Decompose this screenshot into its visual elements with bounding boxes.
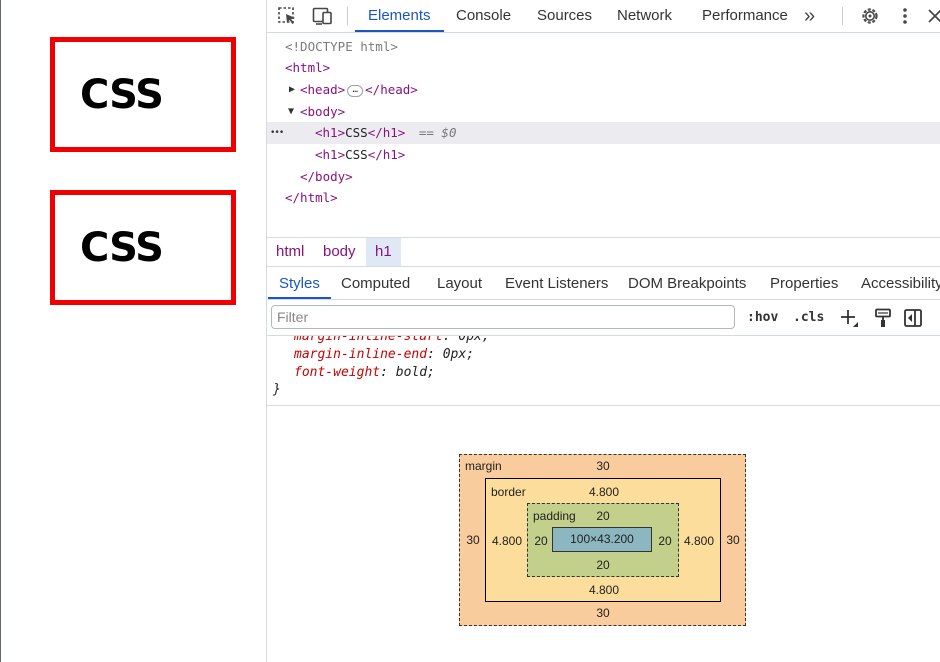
- box-model-padding[interactable]: padding 20 20 20 20 100×43.200: [527, 503, 679, 577]
- box-model-margin[interactable]: margin 30 30 30 30 border 4.800 4.800 4.…: [459, 454, 746, 626]
- margin-left-value[interactable]: 30: [462, 533, 484, 547]
- dom-tree: <!DOCTYPE html> <html> ▶ <head>… </head> …: [267, 36, 940, 236]
- css-value: 0px;: [458, 336, 490, 344]
- border-top-value[interactable]: 4.800: [584, 485, 624, 499]
- padding-left-value[interactable]: 20: [531, 534, 551, 548]
- class-toggle[interactable]: .cls: [793, 308, 824, 328]
- html-close-tag: </html>: [285, 190, 338, 205]
- more-tabs-button[interactable]: »: [804, 0, 815, 32]
- padding-right-value[interactable]: 20: [655, 534, 675, 548]
- css-declaration[interactable]: margin-inline-end: 0px;: [294, 346, 474, 364]
- head-close-tag: </head>: [365, 82, 418, 97]
- tab-computed[interactable]: Computed: [341, 267, 410, 299]
- tab-network[interactable]: Network: [617, 0, 672, 32]
- tab-event-listeners[interactable]: Event Listeners: [505, 267, 608, 299]
- head-open-tag: <head>: [300, 82, 346, 97]
- dom-node-html[interactable]: <html>: [267, 57, 940, 79]
- settings-gear-icon[interactable]: [859, 6, 881, 26]
- preview-heading-2: CSS: [50, 190, 236, 305]
- new-style-rule-icon[interactable]: [839, 308, 859, 328]
- page-preview: CSS CSS: [0, 0, 267, 662]
- toggle-sidebar-icon[interactable]: [903, 308, 923, 328]
- tab-styles[interactable]: Styles: [268, 267, 331, 299]
- tab-sources[interactable]: Sources: [537, 0, 592, 32]
- css-value: 0px;: [442, 347, 475, 362]
- dom-node-h1-selected[interactable]: ••• <h1>CSS</h1> == $0: [267, 122, 940, 144]
- preview-heading-1: CSS: [50, 37, 236, 152]
- margin-bottom-value[interactable]: 30: [588, 606, 618, 620]
- h1-close-tag: </h1>: [367, 125, 406, 140]
- tab-layout[interactable]: Layout: [437, 267, 482, 299]
- tab-console[interactable]: Console: [456, 0, 511, 32]
- h1-text: CSS: [345, 125, 368, 140]
- toolbar-separator: [347, 7, 348, 25]
- breadcrumb-body[interactable]: body: [314, 238, 365, 266]
- margin-right-value[interactable]: 30: [722, 533, 744, 547]
- css-declaration[interactable]: margin-inline-start: 0px;: [294, 336, 490, 346]
- close-icon[interactable]: [924, 6, 940, 26]
- box-model-content[interactable]: 100×43.200: [552, 527, 652, 552]
- padding-top-value[interactable]: 20: [591, 509, 615, 523]
- inspect-element-icon[interactable]: [277, 6, 299, 26]
- padding-label: padding: [533, 509, 576, 523]
- gutter-menu-icon[interactable]: •••: [270, 122, 284, 144]
- css-property: font-weight: [294, 365, 381, 380]
- border-bottom-value[interactable]: 4.800: [584, 583, 624, 597]
- breadcrumb-html[interactable]: html: [267, 238, 313, 266]
- margin-label: margin: [465, 459, 502, 473]
- margin-top-value[interactable]: 30: [588, 459, 618, 473]
- css-declaration[interactable]: font-weight: bold;: [294, 364, 435, 382]
- device-toolbar-icon[interactable]: [312, 6, 334, 26]
- selected-node-marker: == $0: [418, 125, 457, 140]
- padding-bottom-value[interactable]: 20: [591, 558, 615, 572]
- dom-node-h1[interactable]: <h1>CSS</h1>: [267, 144, 940, 166]
- dom-node-body[interactable]: ▼ <body>: [267, 101, 940, 123]
- dom-node-head[interactable]: ▶ <head>… </head>: [267, 79, 940, 101]
- devtools-panel: Elements Console Sources Network Perform…: [266, 0, 940, 662]
- h1-open-tag: <h1>: [315, 147, 346, 162]
- tab-accessibility[interactable]: Accessibility: [861, 267, 940, 299]
- tab-elements[interactable]: Elements: [355, 0, 444, 32]
- body-open-tag: <body>: [300, 104, 346, 119]
- styles-pane-tabs: Styles Computed Layout Event Listeners D…: [267, 267, 940, 300]
- dom-node-html-close[interactable]: </html>: [267, 187, 940, 209]
- h1-open-tag: <h1>: [315, 125, 346, 140]
- box-model-border[interactable]: border 4.800 4.800 4.800 4.800 padding 2…: [485, 478, 721, 602]
- border-label: border: [491, 485, 526, 499]
- breadcrumb-h1[interactable]: h1: [366, 238, 401, 266]
- rule-closing-brace: }: [273, 382, 281, 397]
- doctype-text: <!DOCTYPE html>: [285, 39, 398, 54]
- tab-performance[interactable]: Performance: [702, 0, 788, 32]
- styles-filter-bar: :hov .cls: [267, 300, 940, 336]
- tab-properties[interactable]: Properties: [770, 267, 838, 299]
- h1-close-tag: </h1>: [367, 147, 406, 162]
- hover-state-toggle[interactable]: :hov: [747, 308, 778, 328]
- css-property: margin-inline-end: [294, 347, 428, 362]
- h1-text: CSS: [345, 147, 368, 162]
- devtools-toolbar: Elements Console Sources Network Perform…: [267, 0, 940, 33]
- tab-dom-breakpoints[interactable]: DOM Breakpoints: [628, 267, 746, 299]
- dom-node-doctype[interactable]: <!DOCTYPE html>: [267, 36, 940, 58]
- collapsed-ellipsis-badge[interactable]: …: [347, 84, 364, 97]
- paint-roller-icon[interactable]: [873, 308, 893, 328]
- collapse-triangle-icon[interactable]: ▼: [288, 101, 294, 123]
- dom-node-body-close[interactable]: </body>: [267, 166, 940, 188]
- css-rule-declarations: margin-inline-start: 0px; margin-inline-…: [267, 336, 940, 406]
- css-value: bold;: [395, 365, 435, 380]
- filter-input[interactable]: [271, 305, 735, 329]
- html-open-tag: <html>: [285, 60, 331, 75]
- breadcrumb: html body h1: [267, 237, 940, 267]
- border-right-value[interactable]: 4.800: [681, 534, 717, 548]
- body-close-tag: </body>: [300, 169, 353, 184]
- border-left-value[interactable]: 4.800: [489, 534, 525, 548]
- css-property: margin-inline-start: [294, 336, 443, 344]
- toolbar-separator: [842, 7, 843, 25]
- more-options-icon[interactable]: [894, 6, 916, 26]
- expand-triangle-icon[interactable]: ▶: [289, 79, 295, 101]
